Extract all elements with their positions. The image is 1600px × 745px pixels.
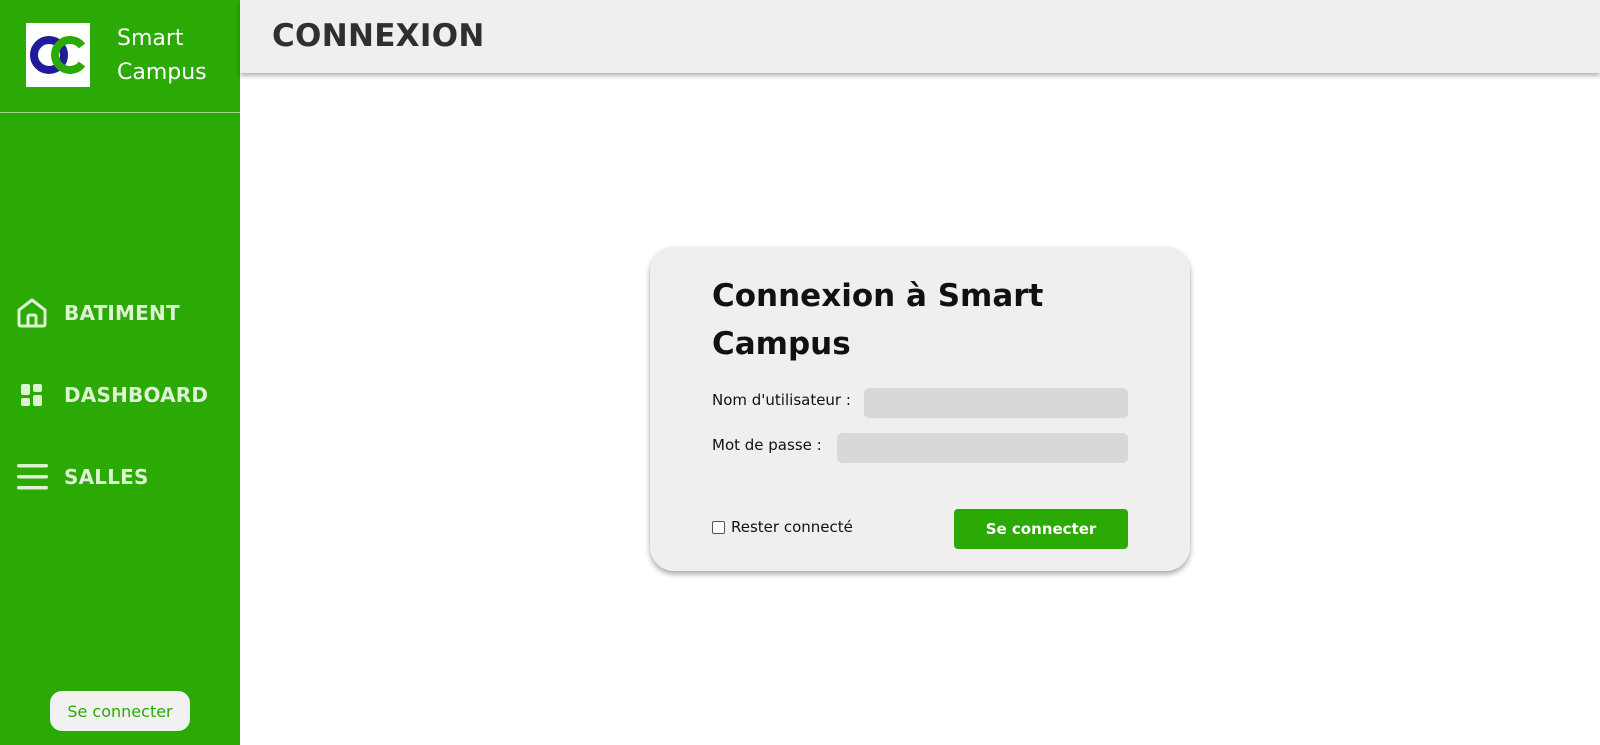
username-label: Nom d'utilisateur : bbox=[712, 391, 851, 409]
sidebar-item-salles[interactable]: SALLES bbox=[0, 455, 240, 499]
brand-name-line2: Campus bbox=[117, 60, 207, 85]
login-submit-button[interactable]: Se connecter bbox=[954, 509, 1128, 549]
sidebar-login-button[interactable]: Se connecter bbox=[50, 691, 190, 731]
brand-name: Smart Campus bbox=[117, 22, 232, 90]
login-card: Connexion à Smart Campus Nom d'utilisate… bbox=[650, 247, 1190, 571]
brand[interactable]: Smart Campus bbox=[0, 0, 240, 113]
page-title: CONNEXION bbox=[272, 18, 485, 54]
password-label: Mot de passe : bbox=[712, 436, 822, 454]
menu-icon bbox=[14, 460, 50, 494]
remember-checkbox[interactable] bbox=[712, 520, 725, 534]
page-header: CONNEXION bbox=[240, 0, 1600, 73]
username-field[interactable] bbox=[864, 388, 1128, 418]
brand-name-line1: Smart bbox=[117, 26, 184, 51]
sidebar: Smart Campus BATIMENT DASHBOARD SALLES S… bbox=[0, 0, 240, 745]
password-field[interactable] bbox=[837, 433, 1128, 463]
sidebar-item-batiment[interactable]: BATIMENT bbox=[0, 291, 240, 335]
app-root: Smart Campus BATIMENT DASHBOARD SALLES S… bbox=[0, 0, 1600, 745]
sidebar-item-dashboard[interactable]: DASHBOARD bbox=[0, 373, 240, 417]
remember-label: Rester connecté bbox=[731, 518, 853, 536]
home-icon bbox=[14, 296, 50, 330]
login-title: Connexion à Smart Campus bbox=[712, 278, 1044, 362]
oc-logo-icon bbox=[26, 23, 90, 87]
remember-me[interactable]: Rester connecté bbox=[712, 518, 853, 536]
sidebar-item-label: SALLES bbox=[64, 465, 149, 489]
dashboard-icon bbox=[14, 378, 50, 412]
sidebar-item-label: BATIMENT bbox=[64, 301, 180, 325]
sidebar-item-label: DASHBOARD bbox=[64, 383, 209, 407]
